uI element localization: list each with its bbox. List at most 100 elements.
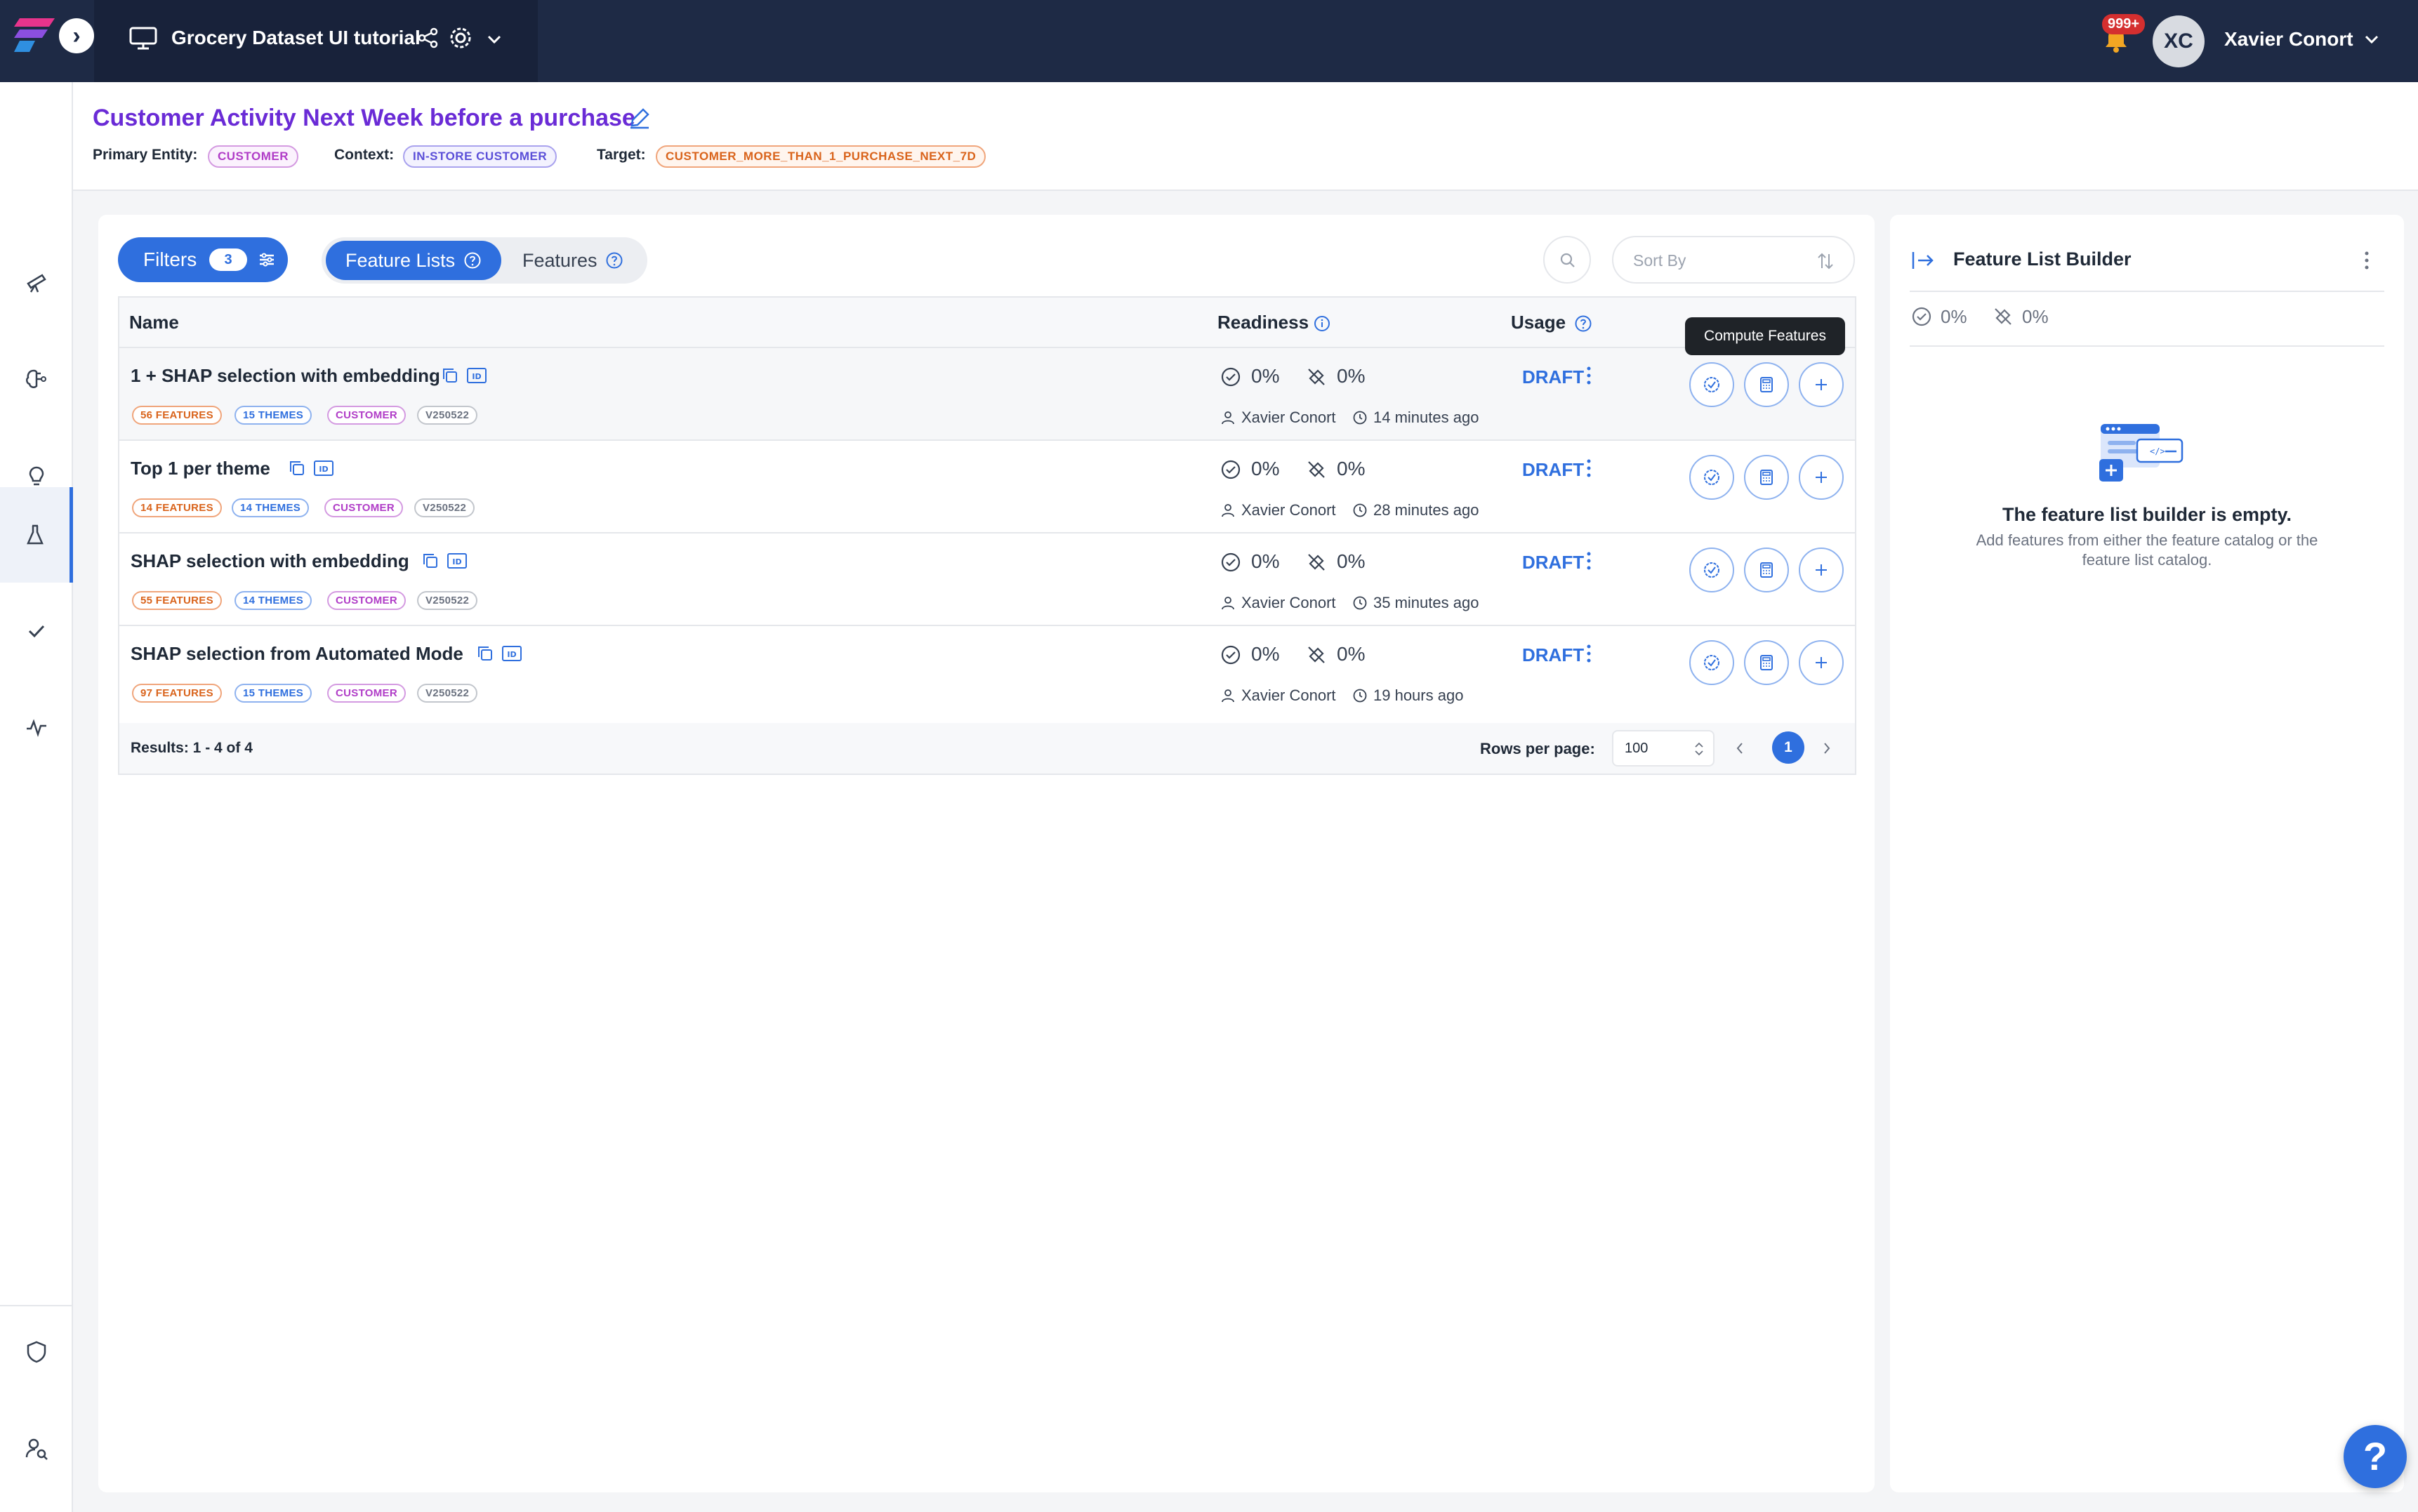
compute-features-button[interactable] [1689, 455, 1734, 500]
usage-status: DRAFT [1522, 366, 1585, 387]
svg-text:ID: ID [452, 557, 461, 566]
copy-icon[interactable] [421, 552, 440, 570]
flask-icon [26, 524, 44, 545]
column-header-readiness[interactable]: Readiness [1217, 312, 1309, 333]
chevron-down-icon[interactable] [2362, 29, 2381, 49]
offline-icon [1308, 554, 1325, 571]
builder-readiness-value: 0% [1941, 306, 1967, 327]
sidebar-item-admin[interactable] [0, 1304, 73, 1400]
check-circle-icon [1221, 645, 1241, 665]
target-badge: CUSTOMER_MORE_THAN_1_PURCHASE_NEXT_7D [656, 145, 986, 168]
features-count-tag: 97 FEATURES [132, 684, 222, 703]
sidebar-item-knowledge[interactable] [0, 331, 73, 427]
help-button[interactable]: ? [2344, 1425, 2407, 1488]
kebab-menu-icon[interactable] [1584, 550, 1594, 571]
owner-name: Xavier Conort [1241, 501, 1336, 519]
divider [1910, 345, 2384, 347]
user-name[interactable]: Xavier Conort [2224, 28, 2353, 51]
copy-icon[interactable] [476, 644, 494, 663]
filters-count-badge: 3 [209, 248, 247, 271]
updown-icon [1695, 742, 1703, 756]
sidebar-item-user-search[interactable] [0, 1401, 73, 1497]
sidebar-item-overview[interactable] [0, 234, 73, 330]
compute-features-button[interactable] [1689, 362, 1734, 407]
svg-text:ID: ID [507, 650, 516, 659]
user-search-icon [25, 1438, 48, 1460]
owner-name: Xavier Conort [1241, 409, 1336, 426]
compute-features-button[interactable] [1689, 640, 1734, 685]
badge-check-icon [1704, 470, 1719, 485]
chevron-down-icon[interactable] [484, 29, 504, 49]
version-tag: V250522 [414, 498, 475, 517]
empty-builder-illustration-icon: </> [2099, 424, 2184, 482]
sort-icon [1818, 253, 1833, 270]
chevron-left-icon[interactable] [1733, 740, 1747, 757]
feature-list-name[interactable]: 1 + SHAP selection with embedding [131, 365, 440, 387]
table-row[interactable]: 1 + SHAP selection with embedding ID 56 … [119, 348, 1855, 441]
updated-time: 28 minutes ago [1373, 501, 1479, 519]
collapse-panel-icon[interactable] [1911, 250, 1936, 271]
sidebar-item-approval[interactable] [0, 583, 73, 679]
calculator-button[interactable] [1744, 548, 1789, 592]
id-icon[interactable]: ID [313, 459, 334, 477]
features-count-tag: 55 FEATURES [132, 591, 222, 610]
id-icon[interactable]: ID [447, 552, 468, 570]
kebab-menu-icon[interactable] [1584, 643, 1594, 664]
column-header-usage[interactable]: Usage [1511, 312, 1566, 333]
empty-state-title: The feature list builder is empty. [2002, 504, 2292, 525]
feature-list-name[interactable]: SHAP selection from Automated Mode [131, 643, 463, 665]
share-icon[interactable] [417, 27, 440, 49]
add-button[interactable] [1799, 362, 1844, 407]
tab-features[interactable]: Features [522, 241, 597, 280]
offline-icon [1995, 308, 2011, 325]
copy-icon[interactable] [288, 459, 306, 477]
table-row[interactable]: SHAP selection with embedding ID 55 FEAT… [119, 533, 1855, 626]
filters-button[interactable]: Filters 3 [118, 237, 288, 282]
user-icon [1222, 689, 1234, 703]
kebab-menu-icon[interactable] [2362, 250, 2372, 271]
sidebar-item-monitoring[interactable] [0, 679, 73, 775]
tab-feature-lists[interactable]: Feature Lists [326, 241, 501, 280]
add-button[interactable] [1799, 548, 1844, 592]
id-icon[interactable]: ID [466, 366, 487, 385]
view-tabs: Feature Lists Features [322, 237, 647, 284]
add-button[interactable] [1799, 455, 1844, 500]
left-sidebar [0, 82, 73, 1512]
entity-tag: CUSTOMER [327, 591, 406, 610]
avatar[interactable]: XC [2153, 15, 2205, 67]
compute-features-button[interactable] [1689, 548, 1734, 592]
copy-icon[interactable] [441, 366, 459, 385]
calculator-button[interactable] [1744, 640, 1789, 685]
id-icon[interactable]: ID [501, 644, 522, 663]
sort-select[interactable]: Sort By [1612, 236, 1855, 284]
calculator-button[interactable] [1744, 362, 1789, 407]
expand-sidebar-button[interactable]: › [59, 18, 94, 53]
plus-icon [1816, 472, 1827, 483]
check-circle-icon [1912, 307, 1931, 326]
sidebar-item-experiment[interactable] [0, 487, 73, 583]
updated-time: 19 hours ago [1373, 687, 1464, 704]
kebab-menu-icon[interactable] [1584, 365, 1594, 386]
feature-list-name[interactable]: Top 1 per theme [131, 458, 270, 479]
readiness-value: 0% [1251, 365, 1280, 387]
rows-per-page-select[interactable]: 100 [1612, 730, 1715, 767]
gear-icon[interactable] [448, 25, 473, 51]
add-button[interactable] [1799, 640, 1844, 685]
badge-check-icon [1704, 377, 1719, 392]
table-row[interactable]: Top 1 per theme ID 14 FEATURES 14 THEMES… [119, 441, 1855, 533]
page-button-current[interactable]: 1 [1772, 731, 1804, 764]
divider [1910, 291, 2384, 292]
column-header-name[interactable]: Name [129, 312, 179, 333]
search-button[interactable] [1543, 236, 1591, 284]
project-selector[interactable]: Grocery Dataset UI tutorial [94, 0, 538, 82]
monitor-icon [129, 27, 157, 50]
app-logo-icon[interactable] [14, 15, 59, 55]
calculator-button[interactable] [1744, 455, 1789, 500]
version-tag: V250522 [417, 684, 478, 703]
edit-icon[interactable] [628, 106, 652, 130]
online-value: 0% [1337, 643, 1366, 665]
table-row[interactable]: SHAP selection from Automated Mode ID 97… [119, 626, 1855, 719]
feature-list-name[interactable]: SHAP selection with embedding [131, 550, 409, 572]
kebab-menu-icon[interactable] [1584, 458, 1594, 479]
chevron-right-icon[interactable] [1820, 740, 1834, 757]
